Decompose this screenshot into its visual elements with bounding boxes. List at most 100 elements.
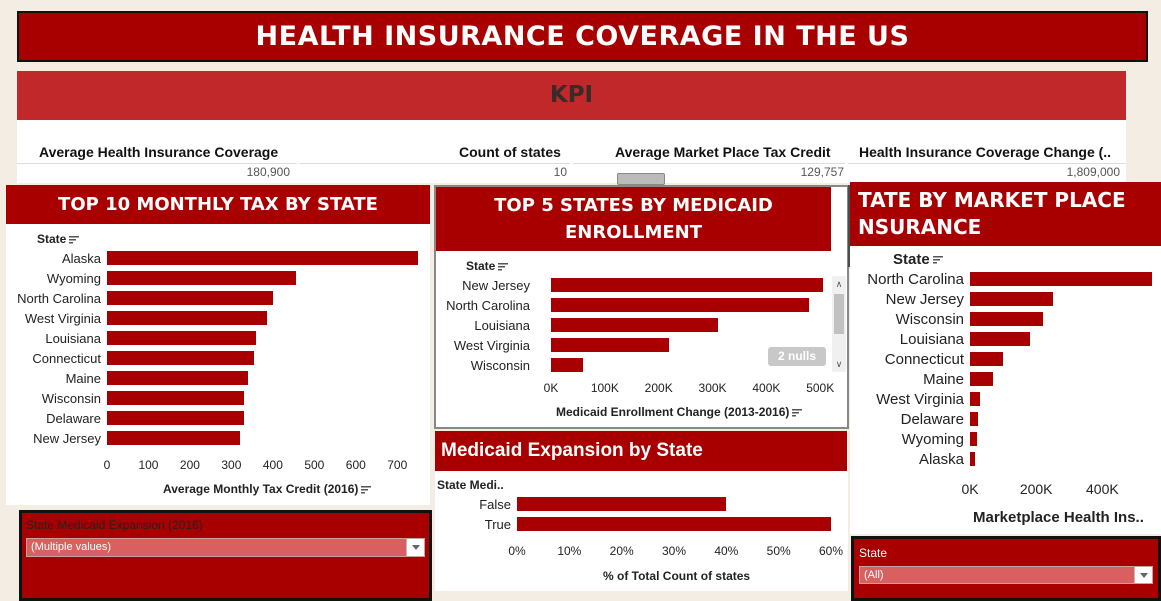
marketplace-title: TATE BY MARKET PLACE NSURANCE bbox=[850, 182, 1161, 246]
bar-mark[interactable] bbox=[551, 358, 584, 372]
bar-mark[interactable] bbox=[517, 497, 727, 511]
tick-label: 100K bbox=[590, 381, 619, 395]
tick-label: 50% bbox=[766, 544, 791, 558]
medicaid-enrollment-axis-text: Medicaid Enrollment Change (2013-2016) bbox=[556, 405, 790, 419]
bar-mark[interactable] bbox=[517, 517, 831, 531]
category-label: Wyoming bbox=[46, 271, 101, 286]
category-label: West Virginia bbox=[876, 391, 964, 408]
bar-mark[interactable] bbox=[107, 331, 257, 345]
kpi-divider bbox=[848, 163, 1126, 164]
bar-mark[interactable] bbox=[970, 272, 1152, 286]
bar-mark[interactable] bbox=[970, 372, 994, 386]
bar-mark[interactable] bbox=[107, 291, 273, 305]
category-label: New Jersey bbox=[885, 291, 964, 308]
monthly-tax-field-text: State bbox=[37, 232, 67, 246]
sort-icon[interactable] bbox=[69, 235, 80, 244]
bar-mark[interactable] bbox=[970, 412, 979, 426]
kpi-divider bbox=[573, 163, 845, 164]
category-label: False bbox=[479, 497, 511, 512]
category-label: Wisconsin bbox=[895, 311, 964, 328]
marketplace-axis-title: Marketplace Health Ins.. bbox=[973, 509, 1144, 526]
kpi-divider bbox=[300, 163, 570, 164]
kpi-divider bbox=[17, 163, 297, 164]
kpi-avg-coverage-value: 180,900 bbox=[246, 165, 290, 179]
category-label: Wisconsin bbox=[41, 391, 101, 406]
marketplace-title-line1: TATE BY MARKET PLACE bbox=[858, 188, 1126, 212]
category-label: Louisiana bbox=[899, 331, 964, 348]
bar-mark[interactable] bbox=[107, 271, 296, 285]
tick-label: 700 bbox=[387, 458, 408, 472]
bar-mark[interactable] bbox=[551, 318, 718, 332]
medicaid-expansion-filter-label: State Medicaid Expansion (2016) bbox=[26, 518, 203, 532]
scrollbar-thumb[interactable] bbox=[834, 294, 844, 334]
medicaid-enrollment-title-line1: TOP 5 STATES BY MEDICAID bbox=[494, 195, 773, 216]
scroll-down-icon[interactable]: ∨ bbox=[832, 356, 846, 372]
drag-handle[interactable] bbox=[617, 173, 665, 185]
category-label: West Virginia bbox=[24, 311, 101, 326]
medicaid-expansion-axis-title: % of Total Count of states bbox=[603, 569, 751, 583]
vertical-scrollbar[interactable]: ∧ ∨ bbox=[832, 276, 846, 372]
bar-mark[interactable] bbox=[107, 371, 248, 385]
medicaid-enrollment-field-label: State bbox=[466, 259, 509, 273]
bar-mark[interactable] bbox=[970, 432, 977, 446]
bar-mark[interactable] bbox=[107, 411, 244, 425]
category-label: Delaware bbox=[46, 411, 101, 426]
tick-label: 30% bbox=[661, 544, 687, 558]
bar-mark[interactable] bbox=[551, 298, 810, 312]
sort-icon[interactable] bbox=[361, 485, 372, 494]
bar-mark[interactable] bbox=[970, 332, 1030, 346]
sort-icon[interactable] bbox=[792, 408, 803, 417]
marketplace-field-text: State bbox=[893, 251, 930, 268]
nulls-badge[interactable]: 2 nulls bbox=[768, 347, 826, 366]
sort-icon[interactable] bbox=[498, 262, 509, 271]
category-label: Maine bbox=[65, 371, 101, 386]
bar-mark[interactable] bbox=[551, 338, 670, 352]
state-filter-label: State bbox=[859, 546, 888, 560]
tick-label: 200K bbox=[1019, 481, 1053, 497]
tick-label: 0K bbox=[961, 481, 979, 497]
kpi-avg-tax-credit-label: Average Market Place Tax Credit bbox=[615, 144, 831, 160]
category-label: Wisconsin bbox=[470, 358, 530, 373]
tick-label: 200K bbox=[644, 381, 673, 395]
bar-mark[interactable] bbox=[107, 251, 418, 265]
bar-mark[interactable] bbox=[107, 391, 244, 405]
tick-label: 400K bbox=[752, 381, 781, 395]
bar-mark[interactable] bbox=[970, 292, 1053, 306]
chevron-down-icon[interactable] bbox=[406, 539, 424, 556]
marketplace-field-label: State bbox=[893, 251, 943, 268]
kpi-header: KPI bbox=[17, 71, 1126, 120]
medicaid-enrollment-field-text: State bbox=[466, 259, 496, 273]
medicaid-expansion-filter-dropdown[interactable]: (Multiple values) bbox=[26, 538, 425, 557]
category-label: Wyoming bbox=[901, 431, 964, 448]
bar-mark[interactable] bbox=[970, 312, 1043, 326]
tick-label: 300K bbox=[698, 381, 727, 395]
bar-mark[interactable] bbox=[107, 431, 240, 445]
scroll-up-icon[interactable]: ∧ bbox=[832, 276, 846, 292]
kpi-count-states-value: 10 bbox=[553, 165, 567, 179]
category-label: Connecticut bbox=[32, 351, 101, 366]
state-filter-dropdown[interactable]: (All) bbox=[859, 566, 1153, 584]
tick-label: 0K bbox=[543, 381, 559, 395]
tick-label: 20% bbox=[609, 544, 634, 558]
bar-mark[interactable] bbox=[970, 452, 975, 466]
tick-label: 0% bbox=[508, 544, 526, 558]
tick-label: 500K bbox=[806, 381, 835, 395]
medicaid-expansion-filter-value: (Multiple values) bbox=[31, 541, 112, 553]
medicaid-expansion-filter: State Medicaid Expansion (2016) (Multipl… bbox=[19, 510, 432, 601]
monthly-tax-field-label: State bbox=[37, 232, 80, 246]
bar-mark[interactable] bbox=[970, 392, 980, 406]
kpi-count-states-label: Count of states bbox=[459, 144, 561, 160]
monthly-tax-axis-text: Average Monthly Tax Credit (2016) bbox=[163, 482, 359, 496]
sort-icon[interactable] bbox=[932, 256, 943, 264]
bar-mark[interactable] bbox=[551, 278, 823, 292]
medicaid-expansion-field-label: State Medi.. bbox=[437, 478, 504, 492]
tick-label: 60% bbox=[818, 544, 844, 558]
category-label: North Carolina bbox=[446, 298, 530, 313]
kpi-coverage-change-value: 1,809,000 bbox=[1066, 165, 1120, 179]
chevron-down-icon[interactable] bbox=[1134, 567, 1152, 583]
bar-mark[interactable] bbox=[970, 352, 1004, 366]
bar-mark[interactable] bbox=[107, 351, 255, 365]
bar-mark[interactable] bbox=[107, 311, 267, 325]
category-label: North Carolina bbox=[17, 291, 101, 306]
category-label: Alaska bbox=[918, 451, 964, 468]
